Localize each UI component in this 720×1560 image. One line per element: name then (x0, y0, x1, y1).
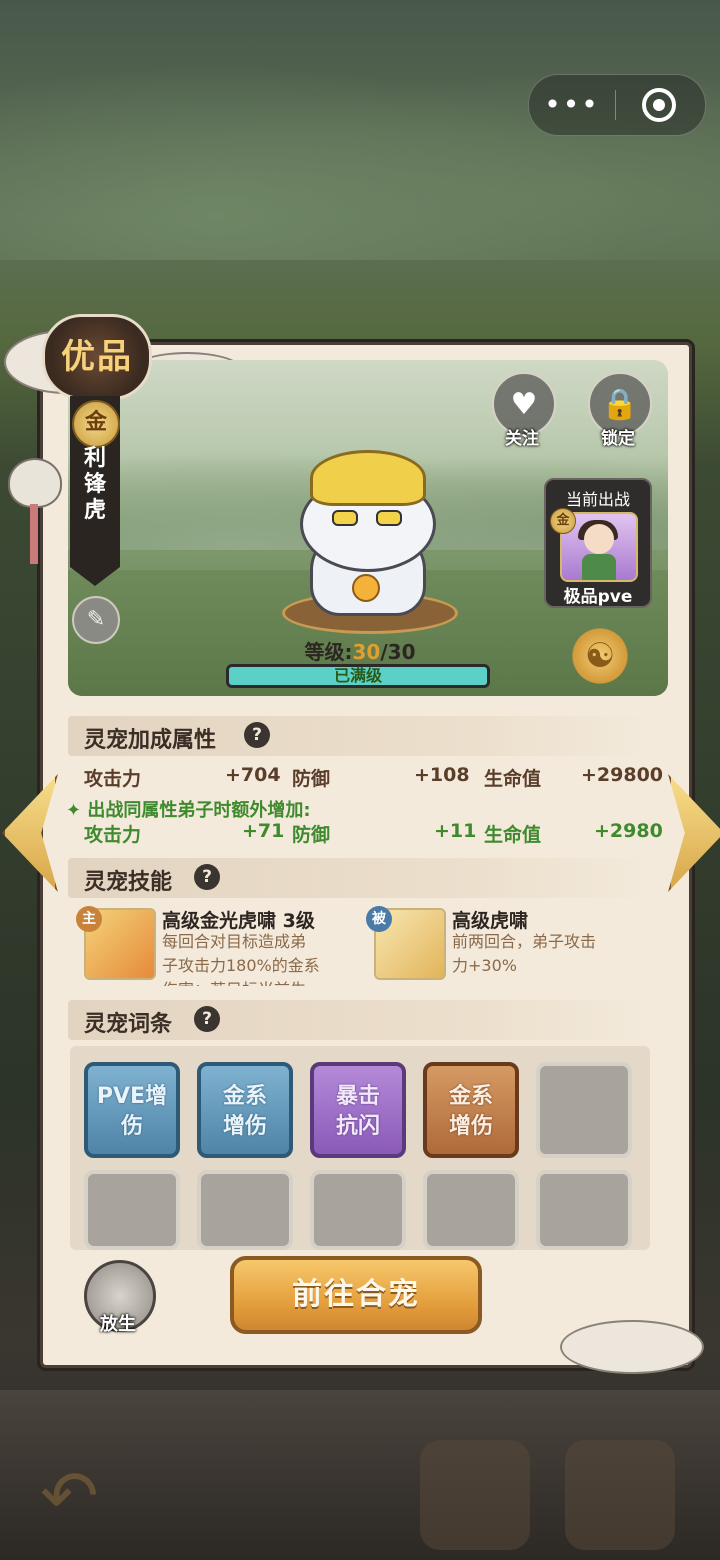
affix-slot-empty[interactable] (84, 1170, 180, 1250)
pet-tiger-image (270, 450, 460, 634)
passive-skill-desc: 前两回合，弟子攻击 力+30% (452, 930, 642, 978)
skill-desc-line: 每回合对目标造成弟 (162, 932, 307, 951)
affix-slot[interactable]: 金系 增伤 (423, 1062, 519, 1158)
stat-label: 生命值 (484, 824, 542, 846)
affix-line: 增伤 (222, 1114, 267, 1139)
level-progress-bar: 已满级 (226, 664, 490, 688)
stat-value: +704 (225, 764, 281, 786)
brush-icon: ✎ (86, 607, 106, 632)
pet-eye (376, 510, 402, 526)
bonus-stats-row: 攻击力 +704 防御 +108 生命值 +29800 (84, 764, 664, 790)
stat-label: 生命值 (484, 768, 542, 790)
release-label: 放生 (100, 1314, 136, 1335)
follow-label: 关注 (505, 429, 539, 449)
bonus-help-icon[interactable]: ? (244, 722, 270, 748)
charm-tassel (30, 504, 38, 564)
pet-gem (352, 574, 380, 602)
rename-brush-button[interactable]: ✎ (72, 596, 120, 644)
level-max: /30 (380, 640, 416, 664)
affix-slot[interactable]: PVE增伤 (84, 1062, 180, 1158)
current-battle-title: 当前出战 (565, 490, 630, 509)
skill-desc-line: 子攻击力180%的金系 (162, 956, 320, 975)
pet-level: 等级:30/30 (240, 636, 480, 665)
affix-line: 抗闪 (335, 1114, 380, 1139)
affix-line: PVE增 (96, 1084, 168, 1109)
current-battle-card[interactable]: 当前出战 金 极品pve (544, 478, 652, 608)
affix-label: 金系 增伤 (201, 1082, 289, 1142)
affix-section-title: 灵宠词条 (84, 1012, 173, 1037)
extra-stats-row: 攻击力 +71 防御 +11 生命值 +2980 (84, 820, 664, 846)
active-skill-name: 高级金光虎啸 3级 (162, 910, 315, 932)
affix-label: 金系 增伤 (427, 1082, 515, 1142)
stat-value: +108 (414, 764, 470, 786)
current-battle-name: 极品pve (563, 587, 633, 607)
stat-value: +2980 (594, 820, 663, 842)
affix-line: 金系 (222, 1084, 267, 1109)
lock-icon: 🔒 (601, 386, 639, 422)
affix-slot-empty[interactable] (197, 1170, 293, 1250)
affix-line: 暴击 (335, 1084, 380, 1109)
skills-section-title: 灵宠技能 (84, 870, 173, 895)
affix-line: 伤 (120, 1114, 143, 1139)
portrait-body (582, 554, 616, 580)
stat-label: 攻击力 (84, 768, 142, 790)
level-label: 等级: (304, 640, 353, 664)
passive-skill-name: 高级虎啸 (452, 910, 529, 932)
quality-badge: 优品 (42, 314, 152, 400)
affix-slot-empty[interactable] (536, 1170, 632, 1250)
background-hut-icon (420, 1440, 530, 1550)
skill-desc-line: 力+30% (452, 956, 517, 975)
skill-desc-line: 前两回合，弟子攻击 (452, 932, 597, 951)
bonus-section-title: 灵宠加成属性 (84, 728, 217, 753)
affix-label: 暴击 抗闪 (314, 1082, 402, 1142)
level-status: 已满级 (333, 666, 382, 685)
stat-label: 防御 (292, 824, 331, 846)
extra-bonus-text: 出战同属性弟子时额外增加: (87, 800, 311, 821)
stat-value: +29800 (581, 764, 664, 786)
cloud-decoration (560, 1320, 704, 1374)
go-merge-button[interactable]: 前往合宠 (230, 1256, 482, 1334)
portrait-face (584, 524, 614, 554)
affix-slot[interactable]: 金系 增伤 (197, 1062, 293, 1158)
fox-charm-icon (8, 458, 62, 508)
affix-line: 增伤 (448, 1114, 493, 1139)
stat-label: 防御 (292, 768, 331, 790)
affix-line: 金系 (448, 1084, 493, 1109)
pet-name: 利锋虎 (83, 446, 106, 523)
affix-slot-empty[interactable] (310, 1170, 406, 1250)
affix-help-icon[interactable]: ? (194, 1006, 220, 1032)
level-current: 30 (352, 640, 381, 664)
stat-value: +71 (242, 820, 285, 842)
background-hills (0, 40, 720, 260)
stat-label: 攻击力 (84, 824, 142, 846)
skills-help-icon[interactable]: ? (194, 864, 220, 890)
stat-value: +11 (434, 820, 477, 842)
affix-slot-empty[interactable] (536, 1062, 632, 1158)
active-skill-tag: 主 (76, 906, 102, 932)
skill-desc-line: 伤害；若目标当前生 (162, 978, 352, 986)
skills-section-header: 灵宠技能 ? (68, 858, 648, 898)
pet-mane (310, 450, 426, 506)
affix-label: PVE增伤 (88, 1082, 176, 1142)
affix-slot[interactable]: 暴击 抗闪 (310, 1062, 406, 1158)
pet-eye (332, 510, 358, 526)
target-circle-icon (642, 88, 676, 122)
element-coin-icon: 金 (72, 400, 120, 448)
affix-slot-empty[interactable] (423, 1170, 519, 1250)
background-hut-icon (565, 1440, 675, 1550)
passive-skill-tag: 被 (366, 906, 392, 932)
more-dots-icon[interactable]: ••• (529, 75, 615, 135)
affix-section-header: 灵宠词条 ? (68, 1000, 648, 1040)
heart-icon: ♥ (510, 386, 538, 422)
active-skill-desc: 每回合对目标造成弟 子攻击力180%的金系 伤害；若目标当前生 (162, 930, 352, 986)
close-miniprogram-button[interactable] (616, 75, 702, 135)
sparkle-icon: ✦ (66, 800, 88, 821)
lock-label: 锁定 (601, 429, 635, 449)
background-back-arrow-icon: ↶ (40, 1455, 99, 1537)
battle-element-coin-icon: 金 (550, 508, 576, 534)
extra-bonus-title: ✦ 出战同属性弟子时额外增加: (66, 796, 311, 822)
element-swirl-icon[interactable]: ☯ (568, 624, 632, 688)
bonus-section-header: 灵宠加成属性 ? (68, 716, 648, 756)
miniprogram-capsule: ••• (528, 74, 706, 136)
